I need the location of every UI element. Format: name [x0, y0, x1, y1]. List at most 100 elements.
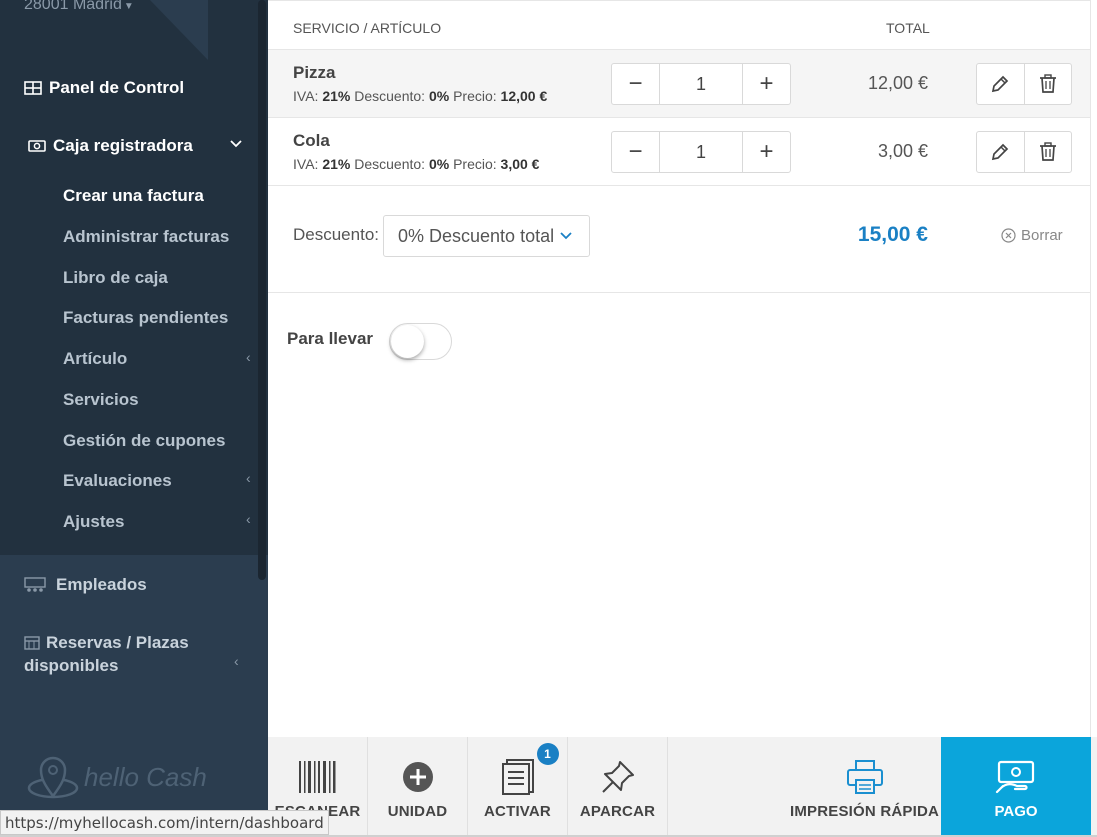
iva-value: 21%: [322, 88, 351, 104]
row-actions: [976, 63, 1072, 105]
grand-total: 15,00 €: [857, 223, 928, 246]
hellocash-logo-icon: [27, 756, 79, 799]
unit-button[interactable]: UNIDAD: [368, 737, 468, 837]
increase-button[interactable]: +: [743, 132, 790, 172]
quantity-stepper: − 1 +: [611, 63, 791, 105]
quick-print-label: IMPRESIÓN RÁPIDA: [789, 803, 940, 820]
sidebar-item-label: disponibles: [24, 656, 119, 675]
row-total: 12,00 €: [867, 73, 928, 93]
logo: hello Cash: [26, 752, 207, 802]
sidebar-fold: [150, 0, 208, 60]
discount-label: Descuento:: [354, 156, 426, 172]
sidebar-subitem-manage-invoices[interactable]: Administrar facturas: [63, 227, 229, 247]
chevron-down-icon[interactable]: [229, 137, 243, 151]
sidebar-item-label: Panel de Control: [49, 78, 185, 97]
close-circle-icon: [1001, 228, 1016, 243]
park-label: APARCAR: [579, 803, 656, 820]
price-value: 12,00 €: [500, 88, 548, 104]
calendar-icon: [24, 636, 40, 650]
discount-select[interactable]: 0% Descuento total: [383, 215, 590, 257]
plus-circle-icon: [402, 762, 433, 792]
logo-text: hello Cash: [84, 761, 207, 792]
takeaway-toggle[interactable]: [389, 323, 452, 360]
decrease-button[interactable]: −: [612, 64, 659, 104]
caret-down-icon: ▼: [123, 1, 134, 12]
toggle-knob: [391, 325, 424, 358]
cash-icon: [28, 140, 46, 152]
sidebar-subitem-coupons[interactable]: Gestión de cupones: [63, 431, 225, 451]
quantity-input[interactable]: 1: [659, 132, 743, 172]
item-meta: IVA: 21% Descuento: 0% Precio: 12,00 €: [293, 88, 547, 104]
clear-button[interactable]: Borrar: [1001, 227, 1063, 244]
clear-label: Borrar: [1021, 227, 1063, 244]
item-name: Pizza: [293, 63, 336, 82]
edit-button[interactable]: [977, 132, 1024, 172]
row-actions: [976, 131, 1072, 173]
row-total: 3,00 €: [877, 141, 928, 161]
sidebar-item-employees[interactable]: Empleados: [24, 573, 147, 596]
chevron-down-icon: [560, 232, 572, 240]
sidebar-item-reservations[interactable]: Reservas / Plazas disponibles: [24, 631, 189, 677]
takeaway-label: Para llevar: [287, 329, 374, 348]
main-content: SERVICIO / ARTÍCULO TOTAL Pizza IVA: 21%…: [268, 0, 1097, 837]
main-right-edge: [1090, 0, 1097, 737]
table-header: SERVICIO / ARTÍCULO TOTAL: [268, 0, 1091, 50]
activate-badge: 1: [536, 743, 559, 765]
item-meta: IVA: 21% Descuento: 0% Precio: 3,00 €: [293, 156, 539, 172]
iva-label: IVA:: [293, 88, 319, 104]
edit-button[interactable]: [977, 64, 1024, 104]
employees-icon: [24, 576, 46, 592]
discount-row: Descuento: 0% Descuento total 15,00 € Bo…: [268, 186, 1091, 293]
sidebar-subitem-cashbook[interactable]: Libro de caja: [63, 268, 168, 288]
location-selector[interactable]: 28001 Madrid ▼: [24, 0, 134, 14]
payment-hand-icon: [995, 760, 1035, 794]
table-row: Cola IVA: 21% Descuento: 0% Precio: 3,00…: [268, 118, 1091, 186]
trash-icon: [1039, 74, 1056, 93]
quick-print-button[interactable]: IMPRESIÓN RÁPIDA: [768, 737, 961, 837]
iva-value: 21%: [322, 156, 351, 172]
barcode-icon: [298, 761, 335, 793]
discount-value: 0%: [428, 156, 450, 172]
increase-button[interactable]: +: [743, 64, 790, 104]
unit-label: UNIDAD: [387, 803, 448, 820]
delete-button[interactable]: [1023, 64, 1072, 104]
decrease-button[interactable]: −: [612, 132, 659, 172]
item-name: Cola: [293, 131, 330, 150]
park-button[interactable]: APARCAR: [568, 737, 668, 837]
sidebar-item-label: Reservas / Plazas: [46, 633, 189, 652]
documents-icon: [501, 759, 534, 795]
sidebar-scrollbar[interactable]: [258, 0, 266, 580]
sidebar-subitem-pending-invoices[interactable]: Facturas pendientes: [63, 308, 228, 328]
sidebar-subitem-settings[interactable]: Ajustes: [63, 512, 124, 532]
sidebar-item-panel[interactable]: Panel de Control: [24, 78, 184, 98]
bottom-toolbar: ESCANEAR UNIDAD 1 ACTIVAR APARCAR: [268, 737, 1097, 837]
column-header-item: SERVICIO / ARTÍCULO: [293, 20, 442, 36]
location-label: 28001 Madrid: [24, 0, 122, 13]
sidebar-item-label: Empleados: [56, 575, 147, 594]
pay-button[interactable]: PAGO: [941, 737, 1091, 837]
column-header-total: TOTAL: [886, 20, 930, 36]
sidebar-subitem-services[interactable]: Servicios: [63, 390, 139, 410]
discount-label: Descuento:: [354, 88, 426, 104]
iva-label: IVA:: [293, 156, 319, 172]
pin-icon: [601, 761, 634, 793]
delete-button[interactable]: [1023, 132, 1072, 172]
status-bar-url: https://myhellocash.com/intern/dashboard: [0, 810, 329, 835]
quantity-input[interactable]: 1: [659, 64, 743, 104]
sidebar-subitem-evaluations[interactable]: Evaluaciones: [63, 471, 172, 491]
table-row: Pizza IVA: 21% Descuento: 0% Precio: 12,…: [268, 50, 1091, 118]
chevron-left-icon: ‹: [246, 349, 251, 365]
sidebar-subitem-article[interactable]: Artículo: [63, 349, 127, 369]
activate-button[interactable]: 1 ACTIVAR: [468, 737, 568, 837]
discount-label: Descuento:: [293, 225, 379, 244]
sidebar-item-label: Caja registradora: [53, 136, 193, 155]
sidebar-item-register[interactable]: Caja registradora: [28, 136, 193, 156]
price-label: Precio:: [453, 88, 497, 104]
price-label: Precio:: [453, 156, 497, 172]
discount-select-value: 0% Descuento total: [398, 225, 555, 246]
pencil-icon: [992, 75, 1009, 93]
quantity-stepper: − 1 +: [611, 131, 791, 173]
sidebar-subitem-create-invoice[interactable]: Crear una factura: [63, 186, 204, 206]
activate-label: ACTIVAR: [484, 803, 551, 820]
printer-icon: [846, 760, 883, 794]
